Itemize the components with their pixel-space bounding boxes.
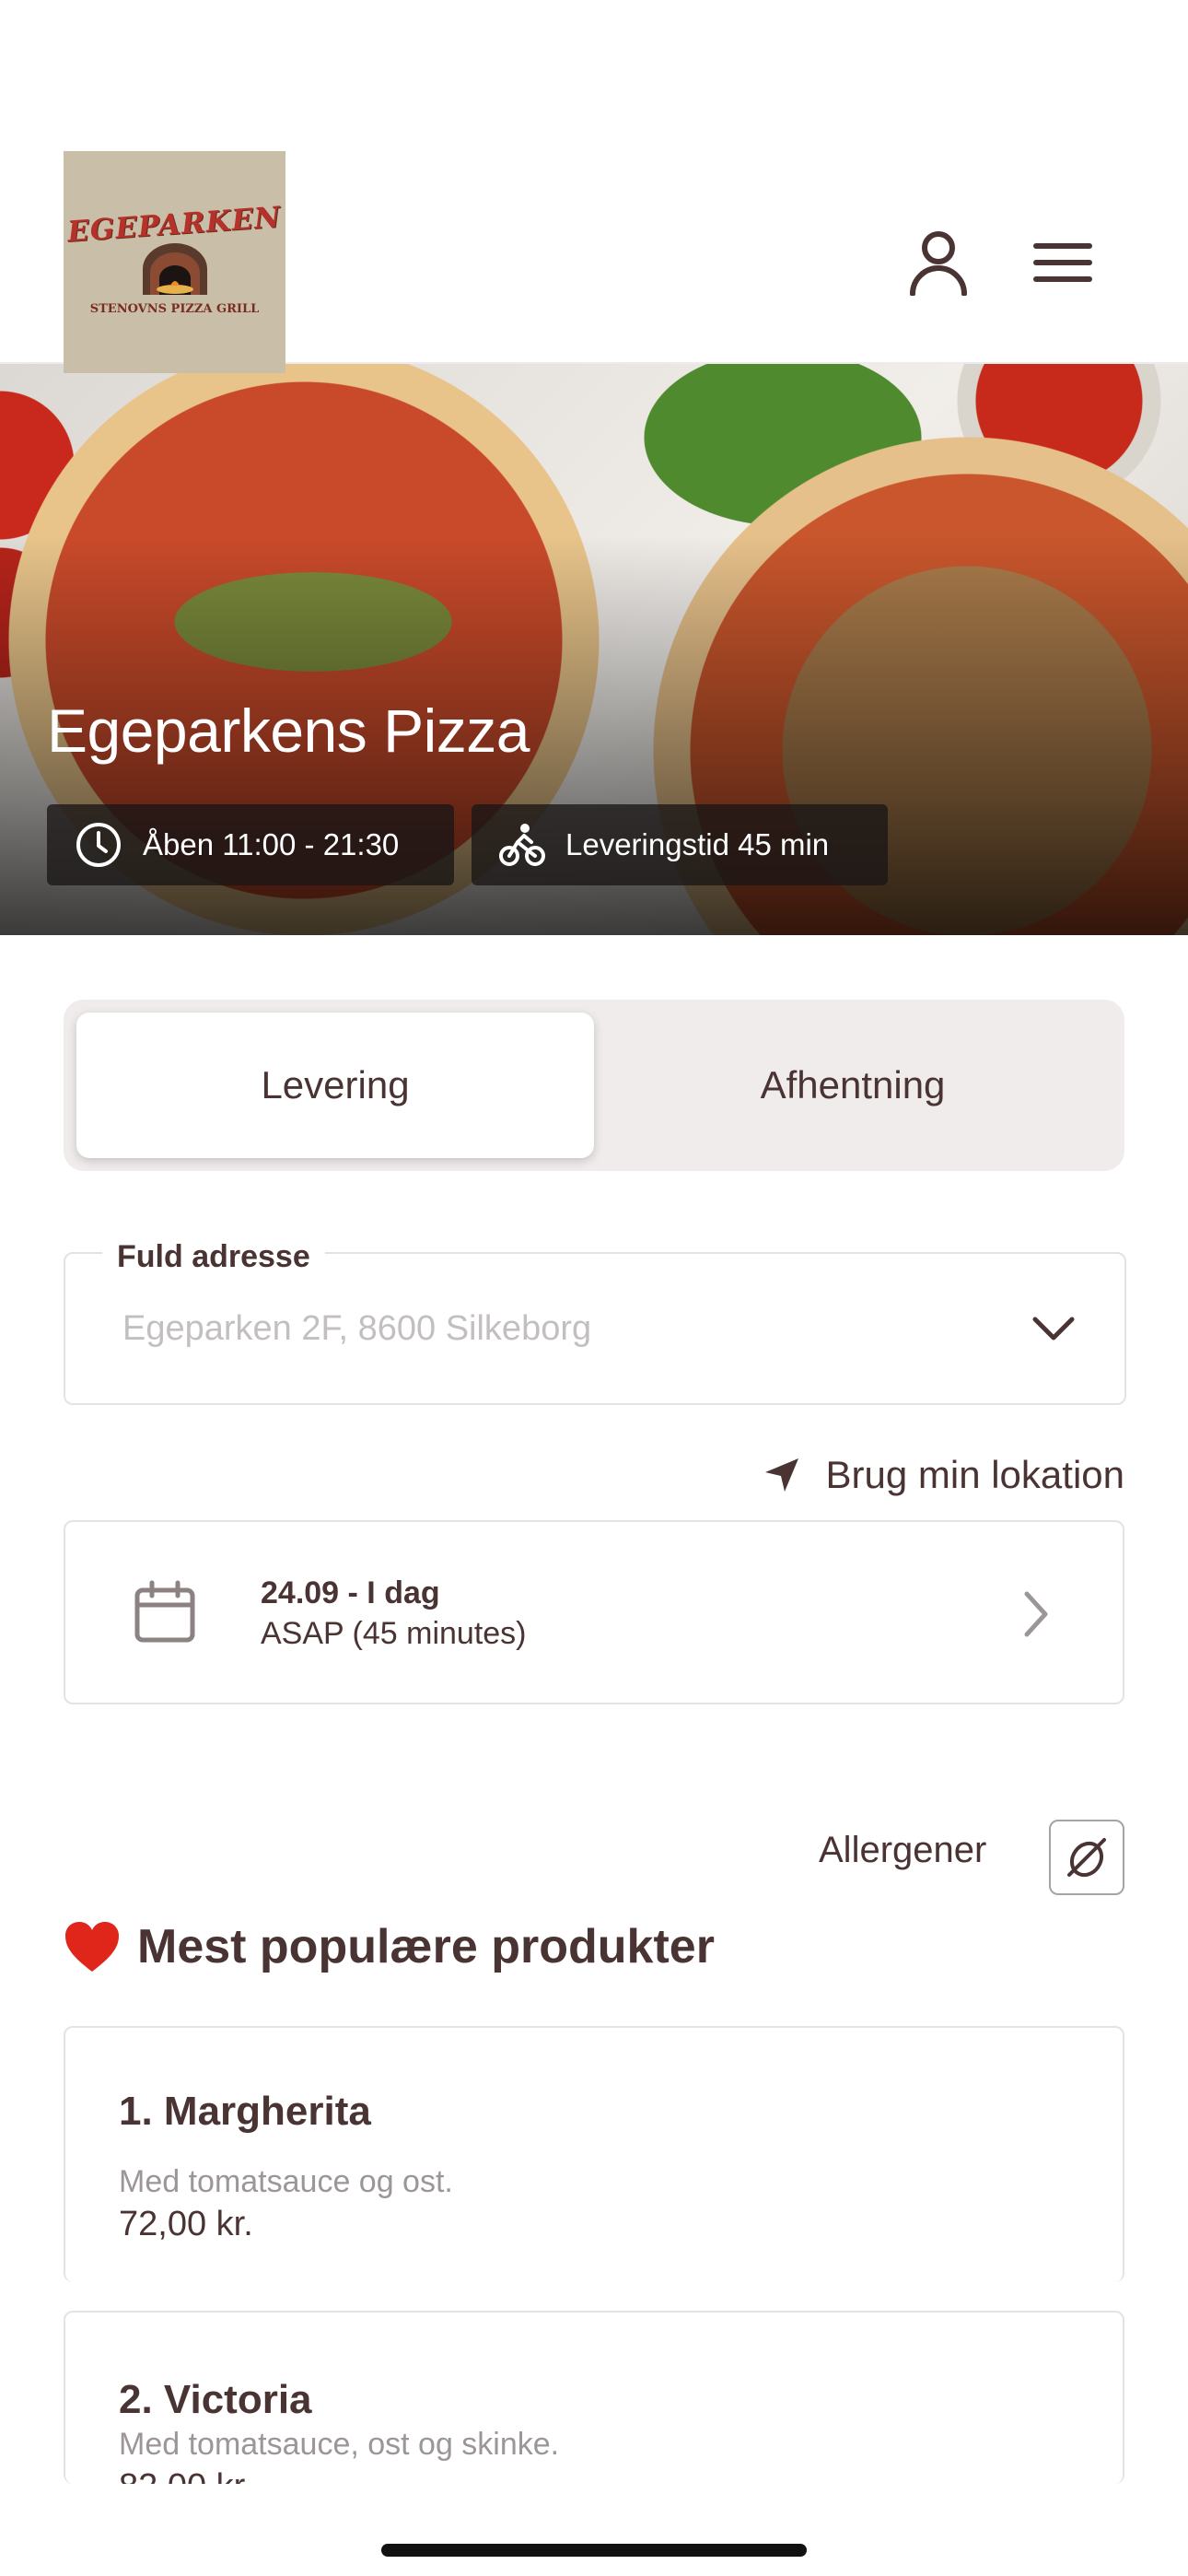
product-price: 82,00 kr.: [119, 2467, 253, 2484]
popular-products-heading: Mest populære produkter: [64, 1910, 715, 1984]
delivery-date: 24.09 - I dag: [261, 1575, 440, 1610]
bottom-safe-area: [0, 2484, 1188, 2576]
product-name: 1. Margherita: [119, 2089, 371, 2134]
clock-icon: [76, 823, 121, 867]
restaurant-logo[interactable]: EGEPARKEN STENOVNS PIZZA GRILL: [64, 151, 285, 373]
delivery-time: ASAP (45 minutes): [261, 1616, 527, 1651]
delivery-time-badge: Leveringstid 45 min: [472, 804, 888, 885]
hero-banner: Egeparkens Pizza Åben 11:00 - 21:30 Leve…: [0, 364, 1188, 935]
allergen-icon: [1067, 1838, 1106, 1878]
popular-products-title: Mest populære produkter: [137, 1920, 715, 1973]
chevron-down-icon[interactable]: [1031, 1306, 1077, 1352]
chevron-right-icon: [1024, 1591, 1048, 1637]
product-card[interactable]: 1. Margherita Med tomatsauce og ost. 72,…: [64, 2026, 1124, 2282]
allergen-button[interactable]: [1049, 1820, 1124, 1895]
product-name: 2. Victoria: [119, 2377, 312, 2422]
delivery-time-text: Leveringstid 45 min: [565, 827, 830, 861]
user-icon[interactable]: [902, 226, 975, 299]
bicycle-icon: [499, 824, 545, 866]
product-price: 72,00 kr.: [119, 2205, 253, 2243]
logo-subtitle: STENOVNS PIZZA GRILL: [89, 302, 260, 316]
delivery-time-selector[interactable]: 24.09 - I dag ASAP (45 minutes): [64, 1520, 1124, 1704]
restaurant-name: Egeparkens Pizza: [47, 697, 530, 765]
home-indicator[interactable]: [381, 2544, 807, 2557]
pickup-tab[interactable]: Afhentning: [594, 1013, 1112, 1158]
product-description: Med tomatsauce og ost.: [119, 2164, 453, 2199]
calendar-icon: [134, 1580, 195, 1643]
oven-icon: [142, 243, 207, 295]
use-location-label: Brug min lokation: [825, 1453, 1125, 1496]
allergen-label: Allergener: [819, 1830, 987, 1870]
delivery-tab[interactable]: Levering: [76, 1013, 594, 1158]
opening-hours-badge: Åben 11:00 - 21:30: [47, 804, 454, 885]
heart-icon: [65, 1922, 119, 1972]
opening-hours-text: Åben 11:00 - 21:30: [143, 827, 400, 861]
product-card[interactable]: 2. Victoria Med tomatsauce, ost og skink…: [64, 2311, 1124, 2484]
order-type-switch: Levering Afhentning: [64, 1000, 1124, 1171]
address-field[interactable]: Fuld adresse Egeparken 2F, 8600 Silkebor…: [64, 1239, 1126, 1405]
address-input[interactable]: Egeparken 2F, 8600 Silkeborg: [122, 1254, 591, 1403]
hamburger-menu-icon[interactable]: [1026, 226, 1100, 299]
product-description: Med tomatsauce, ost og skinke.: [119, 2427, 560, 2462]
location-arrow-icon: [764, 1458, 798, 1492]
use-location-button[interactable]: Brug min lokation: [763, 1443, 1125, 1507]
